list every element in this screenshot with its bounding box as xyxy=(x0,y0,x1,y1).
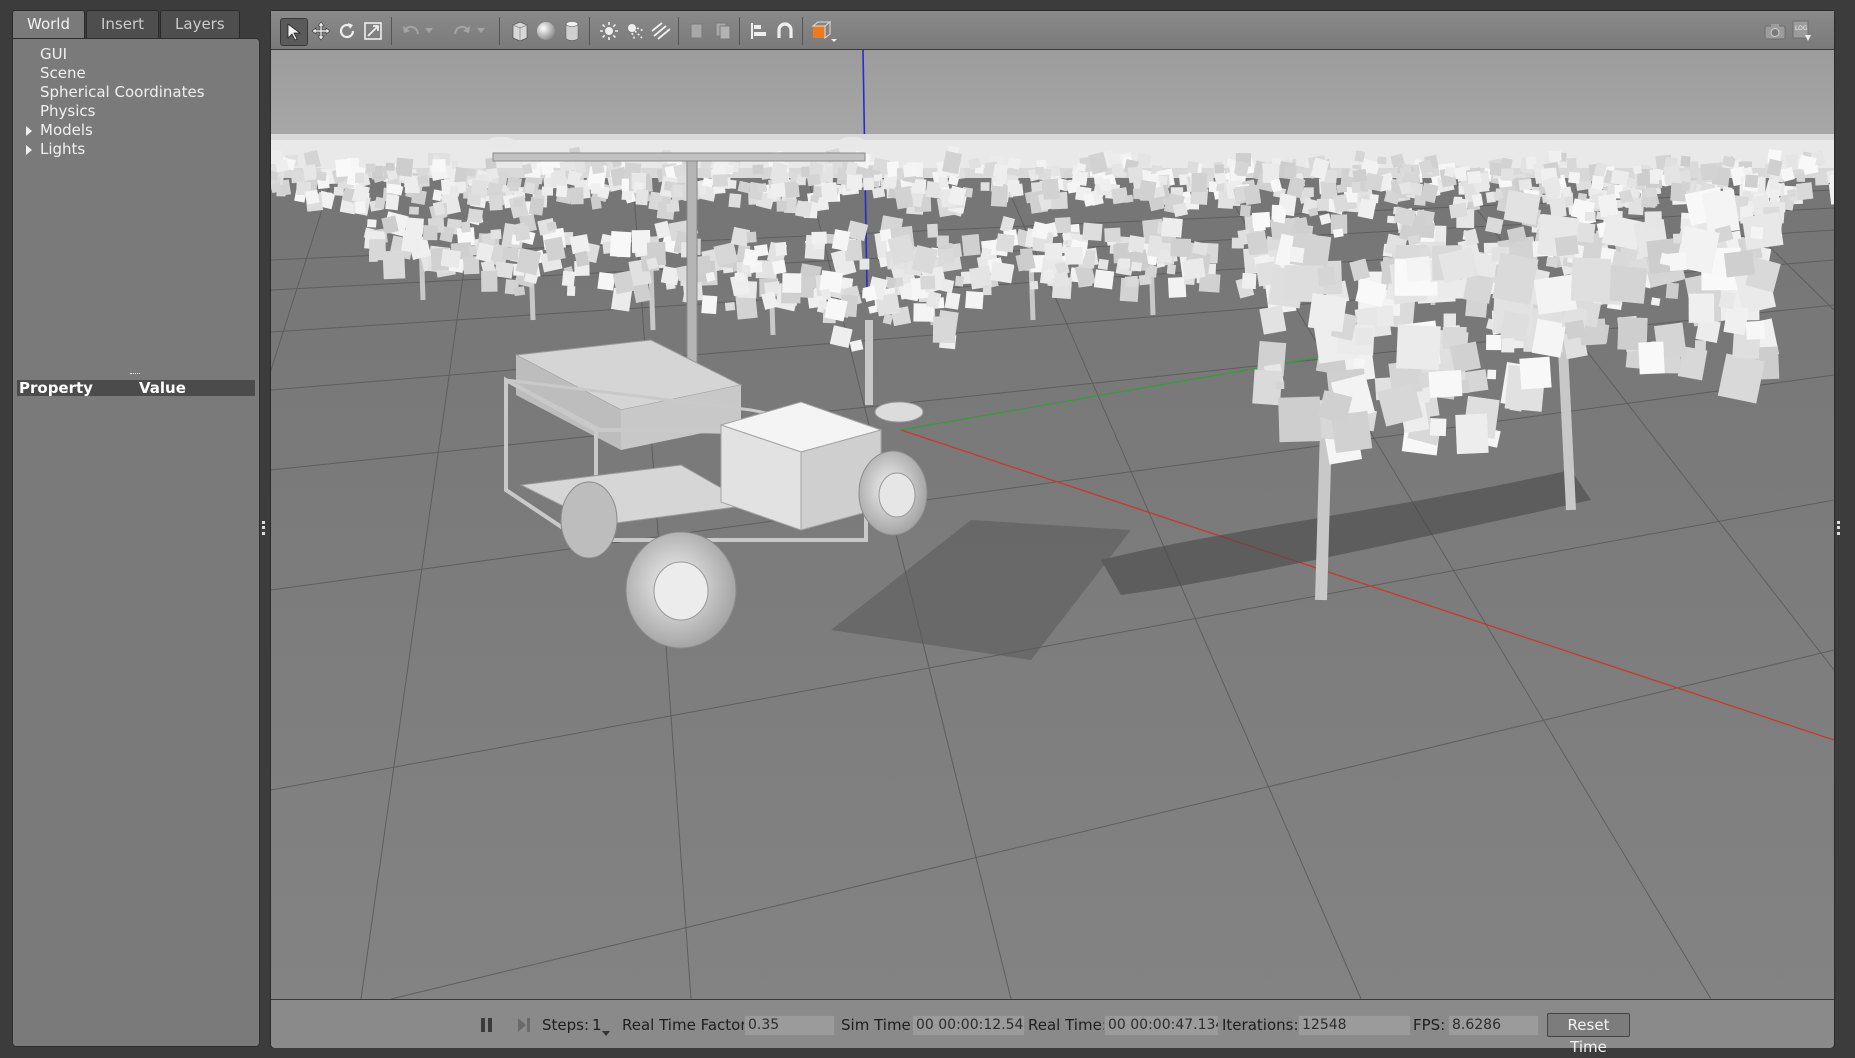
iterations-label: Iterations: xyxy=(1222,1016,1299,1034)
real-time-value: 00 00:00:47.134 xyxy=(1104,1015,1219,1036)
svg-text:LOG: LOG xyxy=(1795,25,1808,32)
fps-value: 8.6286 xyxy=(1448,1015,1539,1036)
real-time-factor-value: 0.35 xyxy=(744,1015,835,1036)
sim-time-value: 00 00:00:12.548 xyxy=(912,1015,1025,1036)
paste-icon[interactable] xyxy=(710,18,736,44)
scale-icon[interactable] xyxy=(360,18,386,44)
redo-icon[interactable] xyxy=(449,18,475,44)
snap-magnet-icon[interactable] xyxy=(772,18,798,44)
tab-layers[interactable]: Layers xyxy=(160,10,240,38)
tree-item-label: GUI xyxy=(40,45,68,63)
world-panel: GUI Scene Spherical Coordinates Physics … xyxy=(12,38,260,1047)
tab-insert[interactable]: Insert xyxy=(86,10,160,38)
tree-item-label: Lights xyxy=(40,140,86,158)
real-time-label: Real Time: xyxy=(1028,1016,1107,1034)
redo-dropdown-icon[interactable] xyxy=(474,18,488,44)
spot-light-icon[interactable] xyxy=(622,18,648,44)
iterations-value: 12548 xyxy=(1298,1015,1411,1036)
undo-icon[interactable] xyxy=(398,18,424,44)
select-arrow-icon[interactable] xyxy=(280,18,308,46)
sphere-shape-icon[interactable] xyxy=(533,18,559,44)
directional-light-icon[interactable] xyxy=(648,18,674,44)
steps-value[interactable]: 1 xyxy=(592,1016,602,1034)
status-bar: Steps: 1 Real Time Factor: 0.35 Sim Time… xyxy=(271,999,1834,1056)
translate-icon[interactable] xyxy=(308,18,334,44)
tree-item-scene[interactable]: Scene xyxy=(13,64,259,83)
align-icon[interactable] xyxy=(746,18,772,44)
left-panel-tabs: World Insert Layers xyxy=(12,10,241,38)
expand-arrow-icon[interactable] xyxy=(26,145,32,155)
tree-item-label: Scene xyxy=(40,64,86,82)
screenshot-icon[interactable] xyxy=(1762,18,1788,44)
view-angle-icon[interactable] xyxy=(808,18,840,44)
property-table-header: Property Value xyxy=(17,380,255,396)
undo-dropdown-icon[interactable] xyxy=(422,18,436,44)
pause-icon[interactable] xyxy=(480,1017,494,1037)
right-panel-resize-grip[interactable] xyxy=(1837,521,1843,535)
tree-item-physics[interactable]: Physics xyxy=(13,102,259,121)
left-panel-resize-grip[interactable] xyxy=(262,521,268,535)
tree-item-lights[interactable]: Lights xyxy=(13,140,259,159)
tree-item-models[interactable]: Models xyxy=(13,121,259,140)
main-area: LOG Steps: 1 Real Time Factor: 0.35 Sim … xyxy=(270,10,1835,1056)
world-tree: GUI Scene Spherical Coordinates Physics … xyxy=(13,45,259,159)
toolbar: LOG xyxy=(271,11,1834,50)
copy-icon[interactable] xyxy=(684,18,710,44)
steps-dropdown-icon[interactable] xyxy=(602,1023,610,1041)
tree-item-label: Models xyxy=(40,121,93,139)
tree-item-spherical-coordinates[interactable]: Spherical Coordinates xyxy=(13,83,259,102)
value-column-header: Value xyxy=(139,379,186,397)
3d-viewport[interactable] xyxy=(271,50,1834,999)
reset-time-button[interactable]: Reset Time xyxy=(1547,1013,1630,1056)
expand-arrow-icon[interactable] xyxy=(26,126,32,136)
panel-splitter-handle[interactable] xyxy=(130,373,140,377)
rotate-icon[interactable] xyxy=(334,18,360,44)
tree-item-gui[interactable]: GUI xyxy=(13,45,259,64)
cylinder-shape-icon[interactable] xyxy=(559,18,585,44)
steps-label: Steps: xyxy=(542,1016,590,1034)
point-light-icon[interactable] xyxy=(596,18,622,44)
property-column-header: Property xyxy=(19,379,93,397)
fps-label: FPS: xyxy=(1413,1016,1446,1034)
step-forward-icon[interactable] xyxy=(516,1017,532,1037)
sim-time-label: Sim Time: xyxy=(841,1016,916,1034)
log-icon[interactable]: LOG xyxy=(1789,18,1815,44)
tree-item-label: Spherical Coordinates xyxy=(40,83,205,101)
tab-world[interactable]: World xyxy=(12,10,85,38)
real-time-factor-label: Real Time Factor: xyxy=(622,1016,752,1034)
box-shape-icon[interactable] xyxy=(507,18,533,44)
tree-item-label: Physics xyxy=(40,102,96,120)
